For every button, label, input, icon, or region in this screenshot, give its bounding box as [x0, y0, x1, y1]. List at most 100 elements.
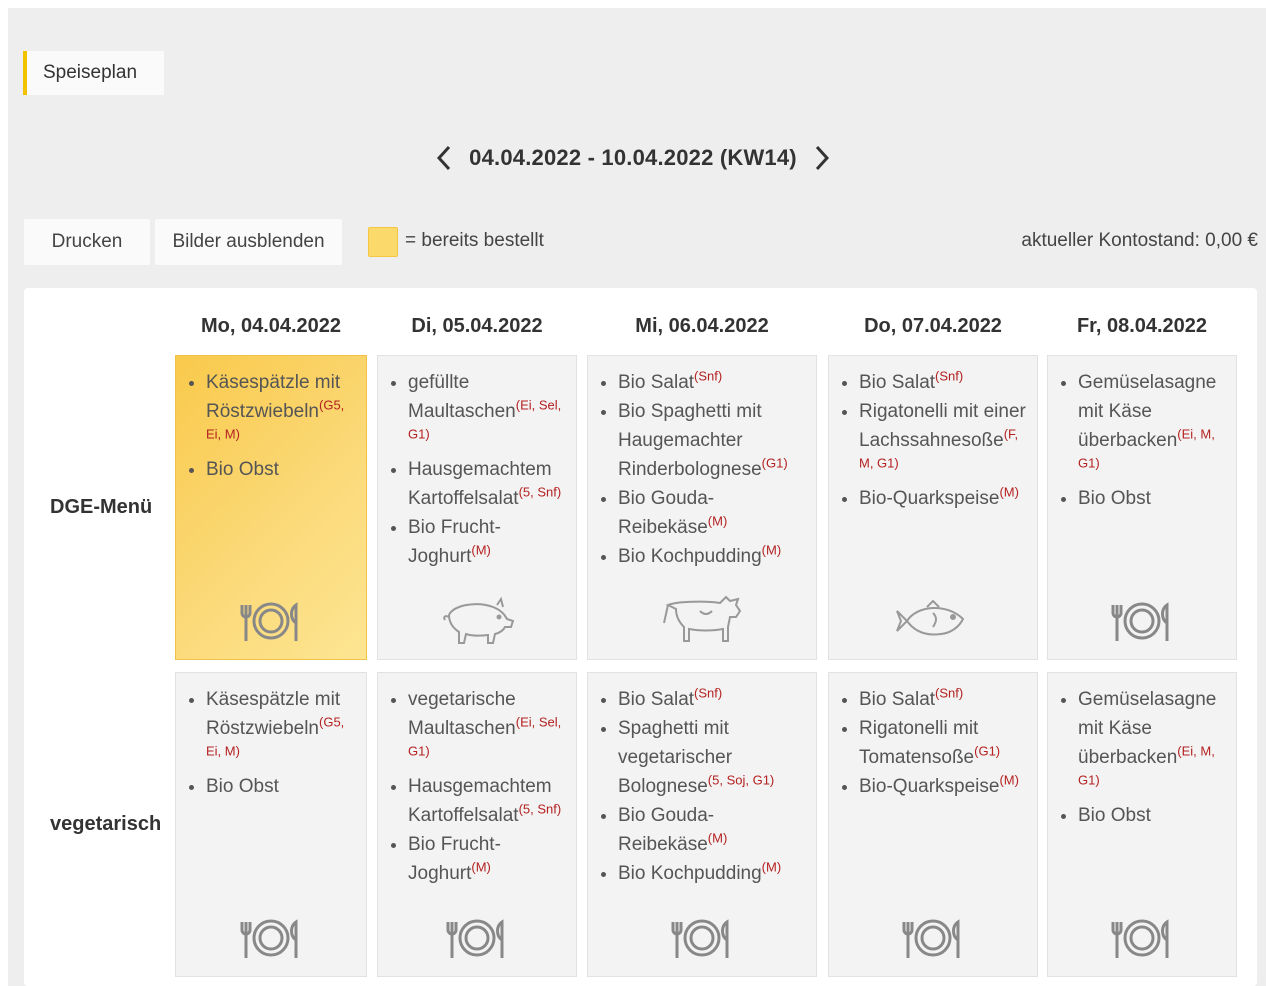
dish-name: Bio Salat	[859, 372, 936, 393]
dish-item: Bio Salat(Snf)	[859, 368, 1031, 397]
menu-cell[interactable]: Gemüselasagne mit Käse überbacken(Ei, M,…	[1047, 672, 1237, 977]
week-navigation: 04.04.2022 - 10.04.2022 (KW14)	[0, 138, 1266, 178]
menu-cell[interactable]: Gemüselasagne mit Käse überbacken(Ei, M,…	[1047, 355, 1237, 660]
menu-cell[interactable]: gefüllte Maultaschen(Ei, Sel, G1)Hausgem…	[377, 355, 577, 660]
menu-cell[interactable]: Bio Salat(Snf) Spaghetti mit vegetarische…	[587, 672, 817, 977]
dish-name: Bio-Quarkspeise	[859, 776, 1000, 797]
dish-item: Gemüselasagne mit Käse überbacken(Ei, M,…	[1078, 368, 1230, 484]
fish-icon	[829, 597, 1037, 645]
ordered-legend-swatch	[368, 227, 398, 257]
account-balance: aktueller Kontostand: 0,00 €	[1021, 230, 1258, 251]
allergen-codes: (M)	[761, 859, 782, 875]
dish-item: Bio Obst	[1078, 801, 1230, 830]
dish-item: Bio-Quarkspeise(M)	[859, 772, 1031, 801]
dish-list: gefüllte Maultaschen(Ei, Sel, G1)Hausgem…	[378, 356, 576, 571]
day-header-4: Fr, 08.04.2022	[1076, 315, 1208, 337]
allergen-codes: (Snf)	[694, 685, 723, 701]
dish-item: Hausgemachtem Kartoffelsalat(5, Snf)	[408, 455, 570, 513]
dish-name: Bio Kochpudding	[618, 546, 762, 567]
dish-item: Bio Spaghetti mit Haugemachter Rinderbol…	[618, 397, 810, 484]
dish-item: gefüllte Maultaschen(Ei, Sel, G1)	[408, 368, 570, 455]
dish-item: Hausgemachtem Kartoffelsalat(5, Snf)	[408, 772, 570, 830]
allergen-codes: (5, Soj, G1)	[707, 772, 775, 788]
dish-item: Bio Kochpudding(M)	[618, 859, 810, 888]
dish-item: Bio Gouda-Reibekäse(M)	[618, 484, 810, 542]
dish-list: Bio Salat(Snf)Rigatonelli mit einer Lach…	[829, 356, 1037, 513]
allergen-codes: (Snf)	[935, 368, 964, 384]
dish-item: Bio Salat(Snf)	[859, 685, 1031, 714]
allergen-codes: (Snf)	[935, 685, 964, 701]
dish-item: Bio Kochpudding(M)	[618, 542, 810, 571]
dish-list: Gemüselasagne mit Käse überbacken(Ei, M,…	[1048, 356, 1236, 513]
menu-label-1: vegetarisch	[50, 813, 162, 835]
dish-item: Bio Frucht-Joghurt(M)	[408, 830, 570, 888]
dish-item: Käsespätzle mit Röstzwiebeln(G5, Ei, M)	[206, 685, 360, 772]
menu-label-0: DGE-Menü	[50, 496, 153, 518]
dish-item: Bio Salat(Snf)	[618, 368, 810, 397]
plate-cutlery-icon	[1048, 597, 1236, 645]
pig-icon	[378, 595, 576, 645]
dish-list: Bio Salat(Snf)Rigatonelli mit Tomatensoß…	[829, 673, 1037, 801]
menu-cell[interactable]: Käsespätzle mit Röstzwiebeln(G5, Ei, M) B…	[175, 355, 367, 660]
plate-cutlery-icon	[1048, 914, 1236, 962]
dish-item: vegetarische Maultaschen(Ei, Sel, G1)	[408, 685, 570, 772]
dish-item: Bio Frucht-Joghurt(M)	[408, 513, 570, 571]
dish-item: Rigatonelli mit einer Lachssahnesoße(F, …	[859, 397, 1031, 484]
menu-cell[interactable]: Bio Salat(Snf) Bio Spaghetti mit Haugemac…	[587, 355, 817, 660]
prev-week-chevron-left-icon[interactable]	[433, 143, 455, 173]
plate-cutlery-icon	[588, 914, 816, 962]
allergen-codes: (M)	[707, 830, 728, 846]
allergen-codes: (M)	[999, 772, 1019, 788]
dish-list: Gemüselasagne mit Käse überbacken(Ei, M,…	[1048, 673, 1236, 830]
dish-name: vegetarische Maultaschen	[408, 689, 516, 739]
allergen-codes: (M)	[471, 542, 491, 558]
allergen-codes: (G1)	[974, 743, 1001, 759]
dish-item: Bio Obst	[1078, 484, 1230, 513]
plate-cutlery-icon	[176, 597, 366, 645]
menu-cell[interactable]: Käsespätzle mit Röstzwiebeln(G5, Ei, M) B…	[175, 672, 367, 977]
allergen-codes: (G1)	[761, 455, 788, 471]
dish-list: Bio Salat(Snf) Bio Spaghetti mit Haugemac…	[588, 356, 816, 571]
dish-item: Bio Obst	[206, 455, 360, 484]
ordered-legend-label: = bereits bestellt	[405, 230, 544, 251]
day-header-0: Mo, 04.04.2022	[200, 315, 342, 337]
dish-name: Bio Kochpudding	[618, 863, 762, 884]
menu-cell[interactable]: vegetarische Maultaschen(Ei, Sel, G1)Hau…	[377, 672, 577, 977]
dish-item: Rigatonelli mit Tomatensoße(G1)	[859, 714, 1031, 772]
dish-item: Bio-Quarkspeise(M)	[859, 484, 1031, 513]
day-header-1: Di, 05.04.2022	[411, 315, 543, 337]
dish-item: Bio Obst	[206, 772, 360, 801]
plate-cutlery-icon	[829, 914, 1037, 962]
dish-name: Bio Obst	[206, 776, 279, 797]
dish-name: gefüllte Maultaschen	[408, 372, 516, 422]
allergen-codes: (M)	[999, 484, 1019, 500]
dish-list: Käsespätzle mit Röstzwiebeln(G5, Ei, M) B…	[176, 356, 366, 484]
cow-icon	[588, 591, 816, 645]
hide-images-button[interactable]: Bilder ausblenden	[155, 219, 342, 265]
dish-name: Rigatonelli mit einer Lachssahnesoße	[859, 401, 1026, 451]
next-week-chevron-right-icon[interactable]	[811, 143, 833, 173]
menu-cell[interactable]: Bio Salat(Snf)Rigatonelli mit einer Lach…	[828, 355, 1038, 660]
allergen-codes: (M)	[761, 542, 782, 558]
allergen-codes: (5, Snf)	[518, 801, 562, 817]
allergen-codes: (5, Snf)	[518, 484, 562, 500]
plate-cutlery-icon	[378, 914, 576, 962]
dish-name: Bio Gouda-Reibekäse	[618, 488, 715, 538]
menu-cell[interactable]: Bio Salat(Snf)Rigatonelli mit Tomatensoß…	[828, 672, 1038, 977]
allergen-codes: (Snf)	[694, 368, 723, 384]
dish-list: Käsespätzle mit Röstzwiebeln(G5, Ei, M) B…	[176, 673, 366, 801]
dish-name: Bio Obst	[1078, 805, 1151, 826]
dish-name: Bio-Quarkspeise	[859, 488, 1000, 509]
day-header-2: Mi, 06.04.2022	[635, 315, 769, 337]
dish-name: Bio Salat	[618, 689, 695, 710]
dish-item: Gemüselasagne mit Käse überbacken(Ei, M,…	[1078, 685, 1230, 801]
dish-item: Spaghetti mit vegetarischer Bolognese(5,…	[618, 714, 810, 801]
dish-list: vegetarische Maultaschen(Ei, Sel, G1)Hau…	[378, 673, 576, 888]
day-header-3: Do, 07.04.2022	[864, 315, 1002, 337]
tab-speiseplan[interactable]: Speiseplan	[23, 51, 164, 95]
allergen-codes: (M)	[707, 513, 728, 529]
dish-item: Käsespätzle mit Röstzwiebeln(G5, Ei, M)	[206, 368, 360, 455]
dish-list: Bio Salat(Snf) Spaghetti mit vegetarische…	[588, 673, 816, 888]
dish-name: Bio Obst	[206, 459, 279, 480]
print-button[interactable]: Drucken	[24, 219, 150, 265]
